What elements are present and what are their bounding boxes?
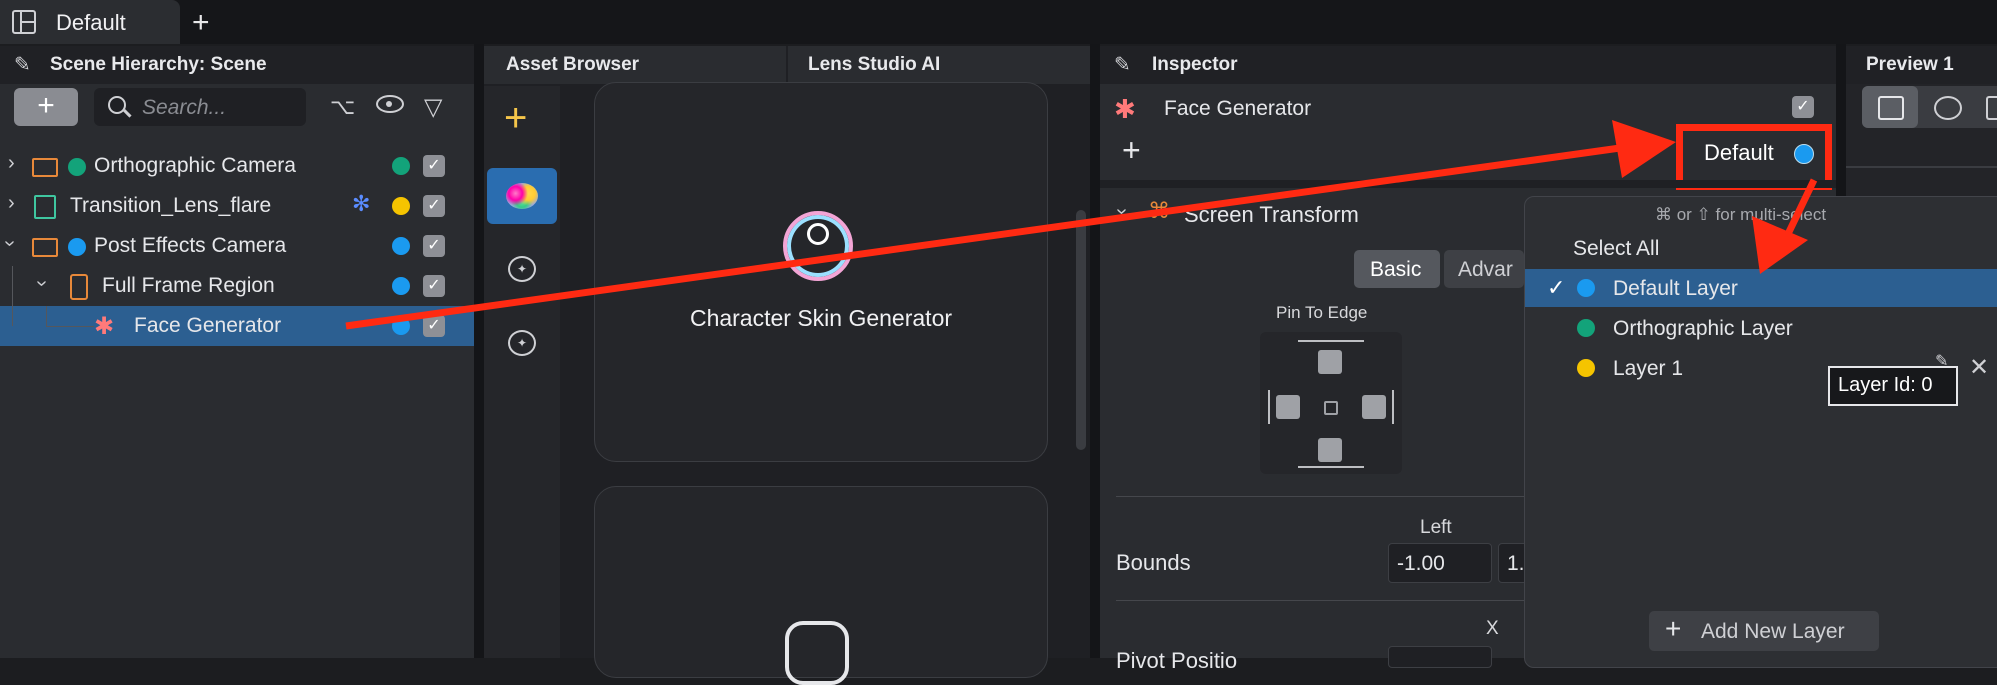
annotation-arrows (345, 120, 1818, 330)
annotation-arrow-line (1784, 178, 1818, 236)
annotation-arrowhead (1752, 216, 1808, 274)
annotation-arrow-line (345, 144, 1621, 330)
annotation-arrowhead (1612, 120, 1676, 178)
